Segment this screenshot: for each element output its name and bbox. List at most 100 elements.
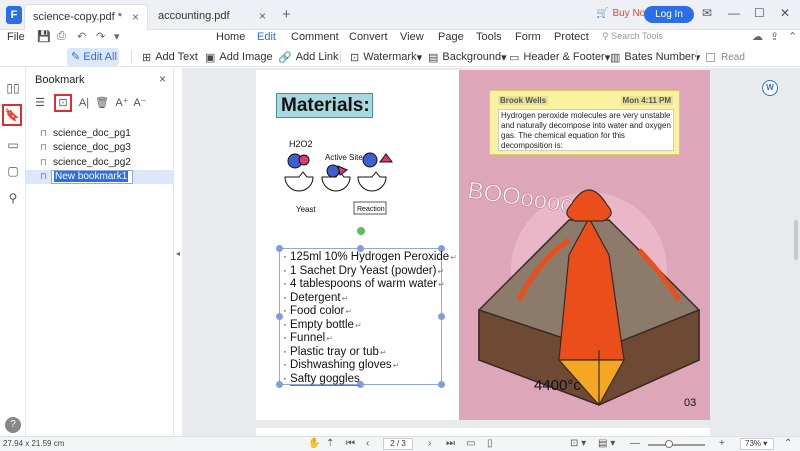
bookmark-icon[interactable]: 🔖 xyxy=(2,104,22,126)
menu-view[interactable]: View xyxy=(400,31,424,43)
add-link-button[interactable]: 🔗 Add Link xyxy=(278,49,339,65)
material-text: 125ml 10% Hydrogen Peroxide xyxy=(290,251,450,263)
prev-page-icon[interactable]: ‹ xyxy=(366,438,369,449)
menu-file[interactable]: File xyxy=(7,31,25,43)
close-icon[interactable]: × xyxy=(259,4,266,28)
resize-handle[interactable] xyxy=(276,381,283,388)
background-button[interactable]: ▤ Background ▾ xyxy=(428,49,507,65)
bookmark-item[interactable]: ⊓ science_doc_pg3 xyxy=(26,141,173,155)
list-item: · Safty goggles xyxy=(283,372,360,386)
resize-handle[interactable] xyxy=(276,313,283,320)
collapse-icon[interactable]: ⌃ xyxy=(784,438,792,449)
vertical-scrollbar[interactable] xyxy=(794,220,798,260)
delete-bookmark-icon[interactable]: 🗑 xyxy=(94,95,110,111)
menu-protect[interactable]: Protect xyxy=(554,31,589,43)
bookmark-rename-input[interactable]: New bookmark1 xyxy=(51,170,133,184)
tab-science-copy[interactable]: science-copy.pdf * × xyxy=(24,4,148,30)
bates-number-button[interactable]: ▥ Bates Number ▾ xyxy=(610,49,700,65)
minimize-icon[interactable]: — xyxy=(728,6,740,20)
add-bookmark-icon[interactable]: ⊡ xyxy=(54,94,72,112)
next-page-icon[interactable]: › xyxy=(428,438,431,449)
zoom-slider-handle[interactable] xyxy=(665,440,673,448)
collapse-panel-icon[interactable]: ◂ xyxy=(176,249,180,258)
ai-assistant-icon[interactable]: W xyxy=(762,80,778,96)
bookmark-item[interactable]: ⊓ science_doc_pg1 xyxy=(26,127,173,141)
share-icon[interactable]: ⇪ xyxy=(770,30,779,43)
menu-home[interactable]: Home xyxy=(216,31,245,43)
maximize-icon[interactable]: ☐ xyxy=(754,6,765,20)
materials-title[interactable]: Materials: xyxy=(276,93,373,118)
undo-icon[interactable]: ↶ xyxy=(77,30,86,43)
decrease-font-icon[interactable]: A⁻ xyxy=(132,95,148,111)
page-indicator-input[interactable]: 2 / 3 xyxy=(383,438,413,450)
rename-bookmark-icon[interactable]: A| xyxy=(76,95,92,111)
search-tools-input[interactable]: ⚲ Search Tools xyxy=(602,31,663,42)
menu-page[interactable]: Page xyxy=(438,31,464,43)
search-icon[interactable]: ⚲ xyxy=(5,190,21,206)
redo-icon[interactable]: ↷ xyxy=(96,30,105,43)
save-icon[interactable]: 💾 xyxy=(37,30,51,43)
single-page-icon[interactable]: ▭ xyxy=(466,438,475,449)
menu-tools[interactable]: Tools xyxy=(476,31,502,43)
cloud-icon[interactable]: ☁ xyxy=(752,30,763,43)
login-button[interactable]: Log In xyxy=(644,6,694,23)
collapse-ribbon-icon[interactable]: ⌃ xyxy=(788,30,797,43)
menu-convert[interactable]: Convert xyxy=(349,31,388,43)
bookmark-options-icon[interactable]: ☰ xyxy=(32,95,48,111)
zoom-out-icon[interactable]: — xyxy=(630,438,640,449)
materials-list[interactable]: · 125ml 10% Hydrogen Peroxide↵ · 1 Sache… xyxy=(283,251,457,386)
last-page-icon[interactable]: ⏭ xyxy=(446,438,455,449)
menu-form[interactable]: Form xyxy=(515,31,541,43)
add-image-button[interactable]: ▣ Add Image xyxy=(205,49,273,65)
edit-toolbar: ✎ Edit All ▾ ⊞Add Text ▣Add Image 🔗Add L… xyxy=(0,45,800,81)
add-text-button[interactable]: ⊞ Add Text xyxy=(142,49,198,65)
select-tool-icon[interactable]: ⇡ xyxy=(326,438,334,449)
close-window-icon[interactable]: ✕ xyxy=(780,6,790,20)
fit-width-icon[interactable]: ▯ xyxy=(487,438,493,449)
zoom-slider-track[interactable] xyxy=(648,444,705,446)
zoom-in-icon[interactable]: + xyxy=(719,438,725,449)
edit-all-button[interactable]: ✎ Edit All ▾ xyxy=(67,48,119,81)
watermark-button[interactable]: ⊡ Watermark ▾ xyxy=(350,49,422,65)
notification-icon[interactable]: ✉ xyxy=(702,6,712,20)
read-checkbox[interactable] xyxy=(706,52,715,62)
thumbnail-icon[interactable]: ▯▯ xyxy=(5,80,21,96)
material-text: Funnel xyxy=(290,332,326,344)
divider xyxy=(340,50,341,63)
material-text: Food color xyxy=(290,305,345,317)
sticky-note-body[interactable]: Hydrogen peroxide molecules are very uns… xyxy=(498,109,674,151)
hand-tool-icon[interactable]: ✋ xyxy=(308,438,320,449)
add-text-icon: ⊞ xyxy=(142,51,152,64)
fit-page-icon[interactable]: ⊡ ▾ xyxy=(570,438,586,449)
rotate-handle[interactable] xyxy=(357,227,365,235)
print-icon[interactable]: ⎙ xyxy=(57,30,66,43)
help-icon[interactable]: ? xyxy=(5,417,21,433)
resize-handle[interactable] xyxy=(276,245,283,252)
list-item: · Empty bottle↵ xyxy=(283,318,362,331)
increase-font-icon[interactable]: A⁺ xyxy=(114,95,130,111)
zoom-level-select[interactable]: 73% ▾ xyxy=(740,438,774,450)
layout-icon[interactable]: ▤ ▾ xyxy=(598,438,615,449)
bookmark-item[interactable]: ⊓ science_doc_pg2 xyxy=(26,156,173,170)
edit-all-label: Edit All xyxy=(83,51,117,63)
bookmark-rename-value: New bookmark1 xyxy=(54,171,129,182)
sticky-note[interactable]: Brook Wells Mon 4:11 PM Hydrogen peroxid… xyxy=(489,90,680,155)
menu-edit[interactable]: Edit xyxy=(257,31,276,49)
close-icon[interactable]: × xyxy=(132,5,139,29)
first-page-icon[interactable]: ⏮ xyxy=(346,438,355,449)
search-icon: ⚲ xyxy=(602,31,612,41)
attachment-icon[interactable]: ▢ xyxy=(5,163,21,179)
list-item: · 1 Sachet Dry Yeast (powder)↵ xyxy=(283,264,445,277)
material-text: Detergent xyxy=(290,291,341,304)
sticky-note-header: Brook Wells Mon 4:11 PM xyxy=(498,96,673,106)
read-toggle[interactable]: Read xyxy=(706,49,745,65)
bookmark-item-editing[interactable]: ⊓ New bookmark1 xyxy=(26,170,173,184)
header-footer-button[interactable]: ▭ Header & Footer ▾ xyxy=(509,49,610,65)
tab-accounting[interactable]: accounting.pdf × xyxy=(150,4,274,30)
add-tab-icon[interactable]: + xyxy=(282,6,291,23)
background-label: Background xyxy=(442,51,502,63)
menu-comment[interactable]: Comment xyxy=(291,31,339,43)
comment-icon[interactable]: ▭ xyxy=(5,137,21,153)
close-icon[interactable]: × xyxy=(159,72,166,86)
customize-icon[interactable]: ▾ xyxy=(114,30,120,43)
